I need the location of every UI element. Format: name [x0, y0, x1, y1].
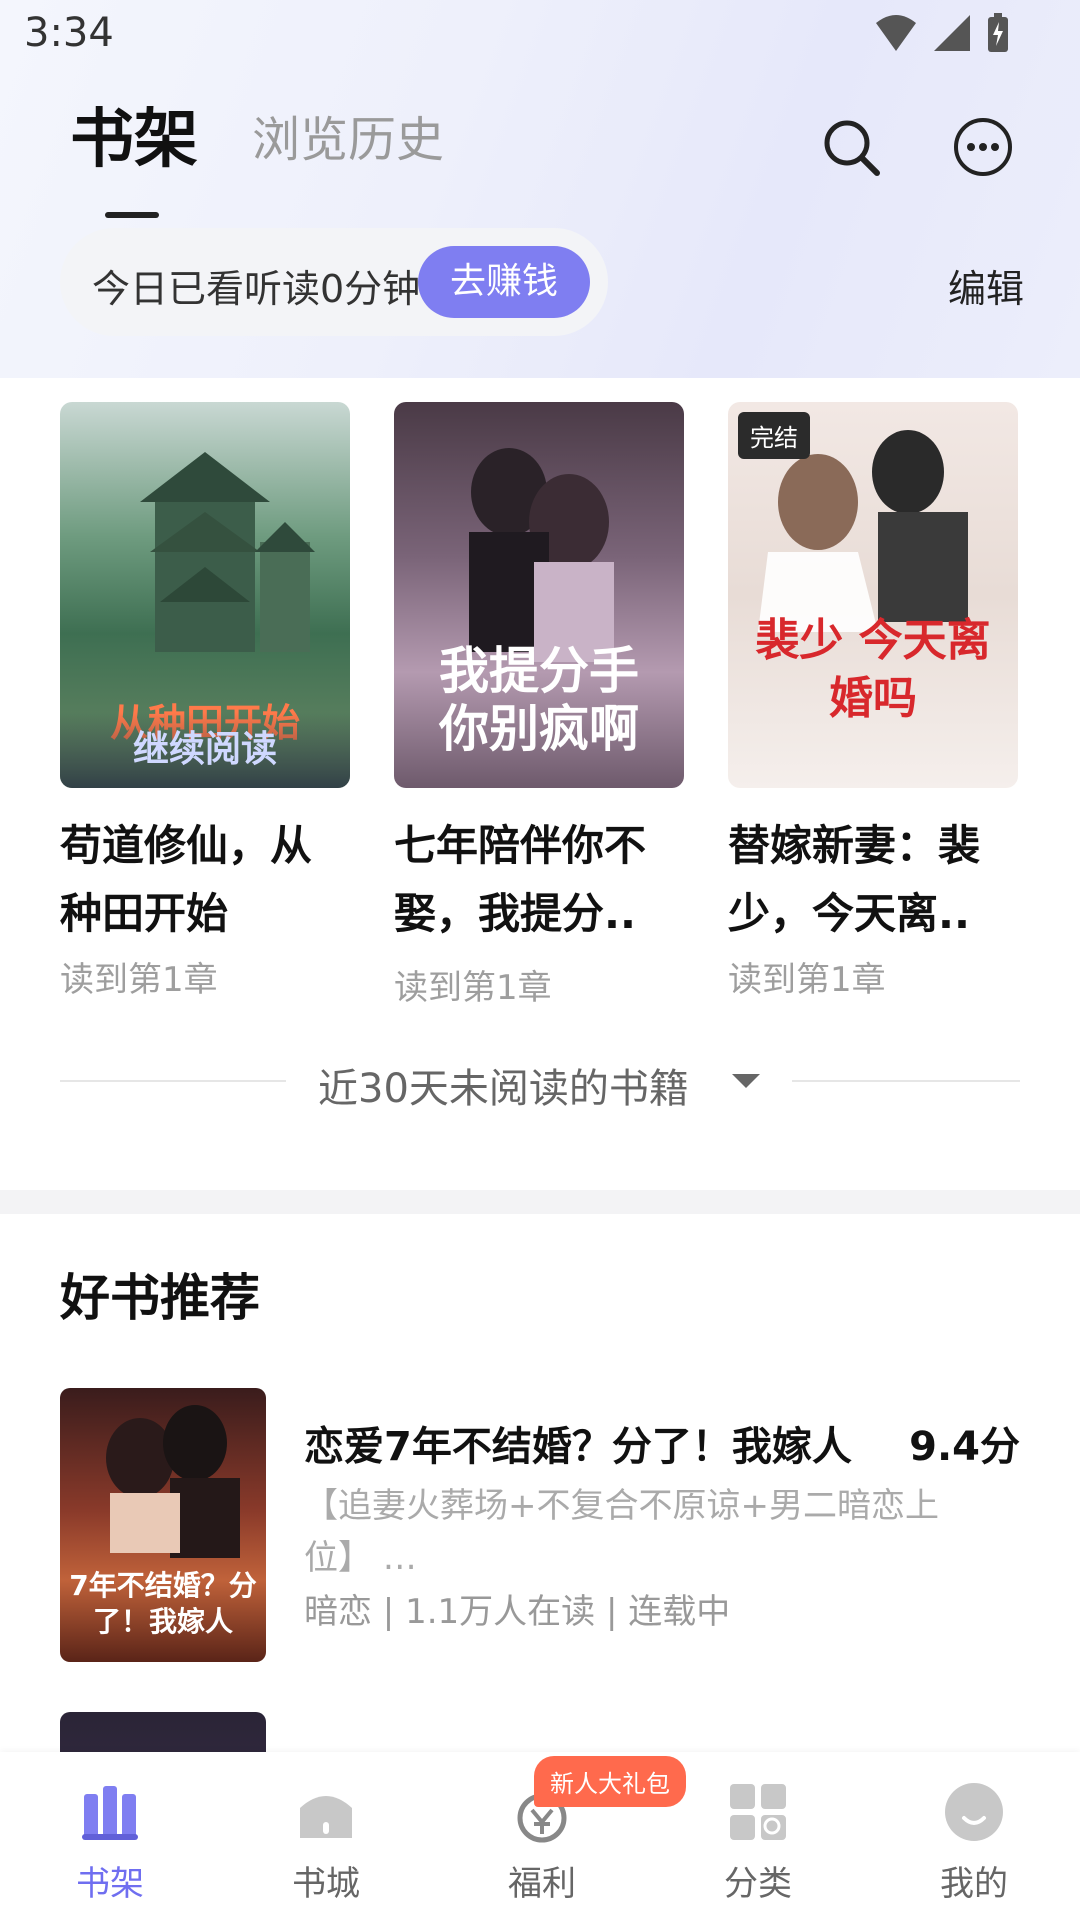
nav-label: 书架 [76, 1864, 144, 1904]
nav-profile[interactable]: 我的 [866, 1752, 1080, 1920]
book-cover[interactable]: 从种田开始 继续阅读 [60, 402, 350, 788]
nav-label: 福利 [508, 1864, 576, 1904]
status-icons [874, 12, 1010, 54]
section-separator [0, 1190, 1080, 1214]
recommend-book-title: 恋爱7年不结婚？分了！我嫁人 [304, 1424, 852, 1470]
bookshelf-icon [82, 1786, 138, 1840]
chevron-down-icon [732, 1074, 760, 1088]
edit-button[interactable]: 编辑 [948, 258, 1024, 313]
divider-line [792, 1080, 1020, 1082]
active-tab-indicator [105, 212, 159, 218]
shelf-book[interactable]: 我提分手 你别疯啊 七年陪伴你不娶，我提分.. 读到第1章 [394, 402, 684, 1008]
shelf-book[interactable]: 从种田开始 继续阅读 苟道修仙，从种田开始 读到第1章 [60, 402, 350, 1000]
reading-time-text: 今日已看听读0分钟 [92, 267, 421, 311]
recommend-cover[interactable]: 7年不结婚？分了！我嫁人 [60, 1388, 266, 1662]
book-title: 替嫁新妻：裴少，今天离.. [728, 821, 981, 938]
recommend-meta: 暗恋 | 1.1万人在读 | 连载中 [304, 1592, 731, 1632]
book-cover[interactable]: 我提分手 你别疯啊 [394, 402, 684, 788]
book-progress: 读到第1章 [60, 960, 218, 1000]
status-time: 3:34 [24, 10, 114, 56]
completed-badge: 完结 [738, 412, 810, 459]
book-progress: 读到第1章 [728, 960, 886, 1000]
recommend-score: 9.4分 [909, 1424, 1020, 1470]
cover-title-text: 7年不结婚？分了！我嫁人 [69, 1569, 257, 1638]
recommend-section-title: 好书推荐 [60, 1269, 260, 1327]
book-title: 七年陪伴你不娶，我提分.. [394, 821, 647, 938]
status-bar: 3:34 [0, 0, 1080, 72]
tab-bookshelf[interactable]: 书架 [70, 88, 198, 180]
shelf-book[interactable]: 完结 裴少 今天离婚吗 替嫁新妻：裴少，今天离.. 读到第1章 [728, 402, 1018, 1000]
cover-illustration [758, 430, 968, 632]
continue-reading-label: 继续阅读 [60, 712, 350, 788]
book-cover[interactable]: 完结 裴少 今天离婚吗 [728, 402, 1018, 788]
wifi-icon [876, 15, 916, 51]
home-icon [300, 1796, 352, 1838]
signal-icon [934, 15, 970, 51]
recommend-description: 【追妻火葬场+不复合不原谅+男二暗恋上位】 … [304, 1486, 939, 1578]
divider-line [60, 1080, 286, 1082]
nav-label: 我的 [940, 1864, 1008, 1904]
more-options-icon[interactable] [952, 116, 1014, 178]
cover-title-text: 裴少 今天离婚吗 [755, 615, 991, 724]
nav-label: 分类 [724, 1864, 792, 1904]
battery-icon [988, 13, 1008, 52]
book-progress: 读到第1章 [394, 968, 552, 1008]
category-icon [730, 1784, 786, 1840]
new-user-gift-badge[interactable]: 新人大礼包 [534, 1756, 686, 1807]
inactive-books-label: 近30天未阅读的书籍 [318, 1066, 689, 1112]
inactive-books-toggle[interactable]: 近30天未阅读的书籍 [60, 1050, 1020, 1112]
cover-title-text: 我提分手 你别疯啊 [439, 642, 639, 758]
tab-browse-history[interactable]: 浏览历史 [252, 100, 444, 170]
book-title: 苟道修仙，从种田开始 [60, 821, 313, 938]
earn-money-button[interactable]: 去赚钱 [418, 246, 590, 318]
search-icon[interactable] [820, 116, 882, 178]
recommend-item[interactable]: 7年不结婚？分了！我嫁人 恋爱7年不结婚？分了！我嫁人 9.4分 【追妻火葬场+… [60, 1388, 1020, 1664]
nav-bookstore[interactable]: 书城 [218, 1752, 434, 1920]
nav-label: 书城 [292, 1864, 360, 1904]
profile-icon [945, 1783, 1003, 1841]
reading-time-banner: 今日已看听读0分钟 去赚钱 [60, 228, 608, 336]
nav-bookshelf[interactable]: 书架 [2, 1752, 218, 1920]
